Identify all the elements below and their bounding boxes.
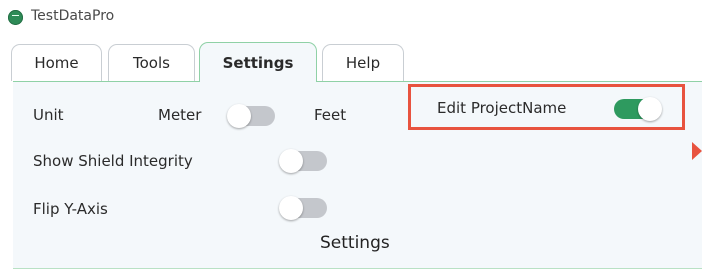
app-title: TestDataPro bbox=[31, 8, 115, 24]
pointer-arrow-icon bbox=[692, 142, 702, 160]
settings-group-label: Settings bbox=[320, 233, 390, 253]
panel-divider bbox=[13, 268, 702, 269]
tab-tools[interactable]: Tools bbox=[108, 44, 195, 81]
title-bar: TestDataPro bbox=[0, 0, 702, 36]
unit-feet-label: Feet bbox=[314, 106, 347, 124]
toggle-knob bbox=[279, 196, 303, 220]
show-shield-integrity-toggle[interactable] bbox=[279, 149, 327, 173]
tab-bar: Home Tools Settings Help bbox=[0, 36, 702, 82]
app-logo-icon bbox=[8, 10, 23, 25]
unit-meter-label: Meter bbox=[158, 106, 202, 124]
toggle-knob bbox=[279, 149, 303, 173]
flip-y-axis-toggle[interactable] bbox=[279, 196, 327, 220]
tab-home[interactable]: Home bbox=[11, 44, 102, 81]
tab-help[interactable]: Help bbox=[322, 44, 404, 81]
unit-label: Unit bbox=[33, 106, 64, 124]
flip-y-axis-label: Flip Y-Axis bbox=[33, 200, 108, 218]
show-shield-integrity-label: Show Shield Integrity bbox=[33, 152, 193, 170]
toggle-knob bbox=[227, 104, 251, 128]
unit-toggle[interactable] bbox=[227, 104, 275, 128]
highlight-box bbox=[408, 84, 685, 130]
tab-settings[interactable]: Settings bbox=[199, 42, 317, 82]
